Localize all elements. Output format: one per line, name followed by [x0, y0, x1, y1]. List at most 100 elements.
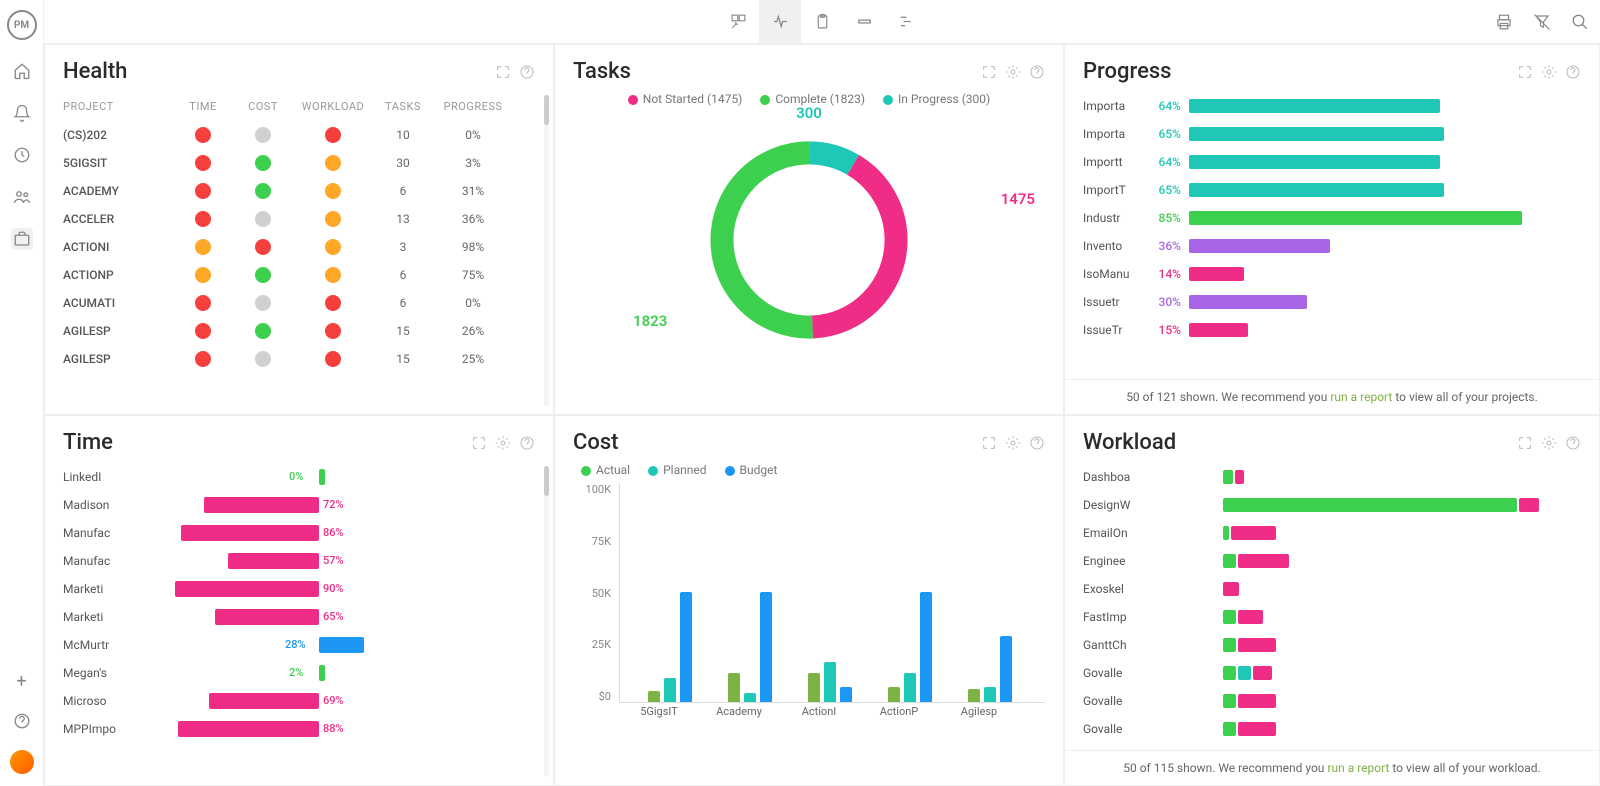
health-row[interactable]: ACCELER 13 36%: [63, 205, 535, 233]
user-avatar[interactable]: [10, 750, 34, 774]
progress-row[interactable]: Importt 64%: [1083, 148, 1581, 176]
bar-fill: [1189, 211, 1522, 225]
app-logo[interactable]: PM: [7, 10, 37, 40]
workload-row[interactable]: Govalle: [1083, 687, 1581, 715]
nav-home-icon[interactable]: [11, 60, 33, 82]
add-button[interactable]: +: [11, 670, 33, 692]
row-label: Importt: [1083, 155, 1143, 169]
scrollbar[interactable]: [544, 466, 549, 777]
filter-icon[interactable]: [1532, 12, 1552, 32]
row-label: Exoskel: [1083, 582, 1143, 596]
time-row[interactable]: Manufac 57%: [63, 547, 535, 575]
time-row[interactable]: McMurtr 28%: [63, 631, 535, 659]
panel-progress: Progress Importa 64% Importa 65% Importt…: [1064, 44, 1600, 415]
workload-row[interactable]: Govalle: [1083, 715, 1581, 743]
time-row[interactable]: Megan's 2%: [63, 659, 535, 687]
run-report-link[interactable]: run a report: [1327, 761, 1389, 775]
panel-title: Progress: [1083, 59, 1172, 84]
expand-icon[interactable]: [1517, 64, 1533, 80]
nav-portfolio-icon[interactable]: [11, 228, 33, 250]
nav-notifications-icon[interactable]: [11, 102, 33, 124]
legend-item[interactable]: Planned: [648, 463, 706, 477]
time-row[interactable]: Manufac 86%: [63, 519, 535, 547]
help-icon[interactable]: [1565, 435, 1581, 451]
workload-row[interactable]: Enginee: [1083, 547, 1581, 575]
workload-row[interactable]: Dashboa: [1083, 463, 1581, 491]
bar-fill: [1189, 155, 1440, 169]
cost-status-dot: [255, 239, 271, 255]
row-label: Invento: [1083, 239, 1143, 253]
health-row[interactable]: AGILESP 15 26%: [63, 317, 535, 345]
tab-overview-icon[interactable]: [717, 0, 759, 44]
scrollbar[interactable]: [544, 95, 549, 406]
settings-icon[interactable]: [495, 435, 511, 451]
bar-fill: [319, 637, 364, 653]
workload-row[interactable]: DesignW: [1083, 491, 1581, 519]
legend-item[interactable]: Actual: [581, 463, 630, 477]
help-icon[interactable]: [1565, 64, 1581, 80]
help-icon[interactable]: [1029, 435, 1045, 451]
row-pct: 88%: [323, 722, 344, 735]
search-icon[interactable]: [1570, 12, 1590, 32]
settings-icon[interactable]: [1005, 64, 1021, 80]
legend-item[interactable]: Budget: [725, 463, 778, 477]
help-icon[interactable]: [11, 710, 33, 732]
nav-team-icon[interactable]: [11, 186, 33, 208]
tab-timeline-icon[interactable]: [843, 0, 885, 44]
workload-row[interactable]: GanttCh: [1083, 631, 1581, 659]
tasks-count: 13: [373, 212, 433, 226]
print-icon[interactable]: [1494, 12, 1514, 32]
progress-row[interactable]: IssueTr 15%: [1083, 316, 1581, 344]
help-icon[interactable]: [519, 435, 535, 451]
time-row[interactable]: Marketi 65%: [63, 603, 535, 631]
settings-icon[interactable]: [1541, 64, 1557, 80]
health-row[interactable]: ACTIONI 3 98%: [63, 233, 535, 261]
time-row[interactable]: LinkedI 0%: [63, 463, 535, 491]
time-row[interactable]: MPPImpo 88%: [63, 715, 535, 743]
col-project: PROJECT: [63, 100, 173, 113]
wl-seg: [1238, 666, 1251, 680]
y-tick: 50K: [573, 587, 611, 600]
run-report-link[interactable]: run a report: [1330, 390, 1392, 404]
progress-row[interactable]: Issuetr 30%: [1083, 288, 1581, 316]
expand-icon[interactable]: [981, 64, 997, 80]
health-row[interactable]: ACUMATI 6 0%: [63, 289, 535, 317]
workload-row[interactable]: Govalle: [1083, 659, 1581, 687]
tab-pulse-icon[interactable]: [759, 0, 801, 44]
health-row[interactable]: ACTIONP 6 75%: [63, 261, 535, 289]
time-row[interactable]: Marketi 90%: [63, 575, 535, 603]
help-icon[interactable]: [519, 64, 535, 80]
workload-row[interactable]: EmailOn: [1083, 519, 1581, 547]
cost-status-dot: [255, 183, 271, 199]
tab-gantt-icon[interactable]: [885, 0, 927, 44]
progress-row[interactable]: IsoManu 14%: [1083, 260, 1581, 288]
progress-row[interactable]: Importa 65%: [1083, 120, 1581, 148]
help-icon[interactable]: [1029, 64, 1045, 80]
progress-row[interactable]: Invento 36%: [1083, 232, 1581, 260]
wl-seg: [1223, 498, 1517, 512]
time-row[interactable]: Madison 72%: [63, 491, 535, 519]
tab-clipboard-icon[interactable]: [801, 0, 843, 44]
workload-row[interactable]: FastImp: [1083, 603, 1581, 631]
expand-icon[interactable]: [495, 64, 511, 80]
panel-title: Tasks: [573, 59, 631, 84]
legend-item[interactable]: Not Started (1475): [628, 92, 743, 106]
panel-title: Time: [63, 430, 113, 455]
health-row[interactable]: (CS)202 10 0%: [63, 121, 535, 149]
nav-recent-icon[interactable]: [11, 144, 33, 166]
time-row[interactable]: Microso 69%: [63, 687, 535, 715]
health-row[interactable]: 5GIGSIT 30 3%: [63, 149, 535, 177]
settings-icon[interactable]: [1541, 435, 1557, 451]
expand-icon[interactable]: [471, 435, 487, 451]
progress-row[interactable]: ImportT 65%: [1083, 176, 1581, 204]
settings-icon[interactable]: [1005, 435, 1021, 451]
row-label: Madison: [63, 498, 123, 512]
progress-row[interactable]: Importa 64%: [1083, 92, 1581, 120]
progress-row[interactable]: Industr 85%: [1083, 204, 1581, 232]
expand-icon[interactable]: [1517, 435, 1533, 451]
legend-item[interactable]: In Progress (300): [883, 92, 990, 106]
expand-icon[interactable]: [981, 435, 997, 451]
workload-row[interactable]: Exoskel: [1083, 575, 1581, 603]
health-row[interactable]: AGILESP 15 25%: [63, 345, 535, 373]
health-row[interactable]: ACADEMY 6 31%: [63, 177, 535, 205]
